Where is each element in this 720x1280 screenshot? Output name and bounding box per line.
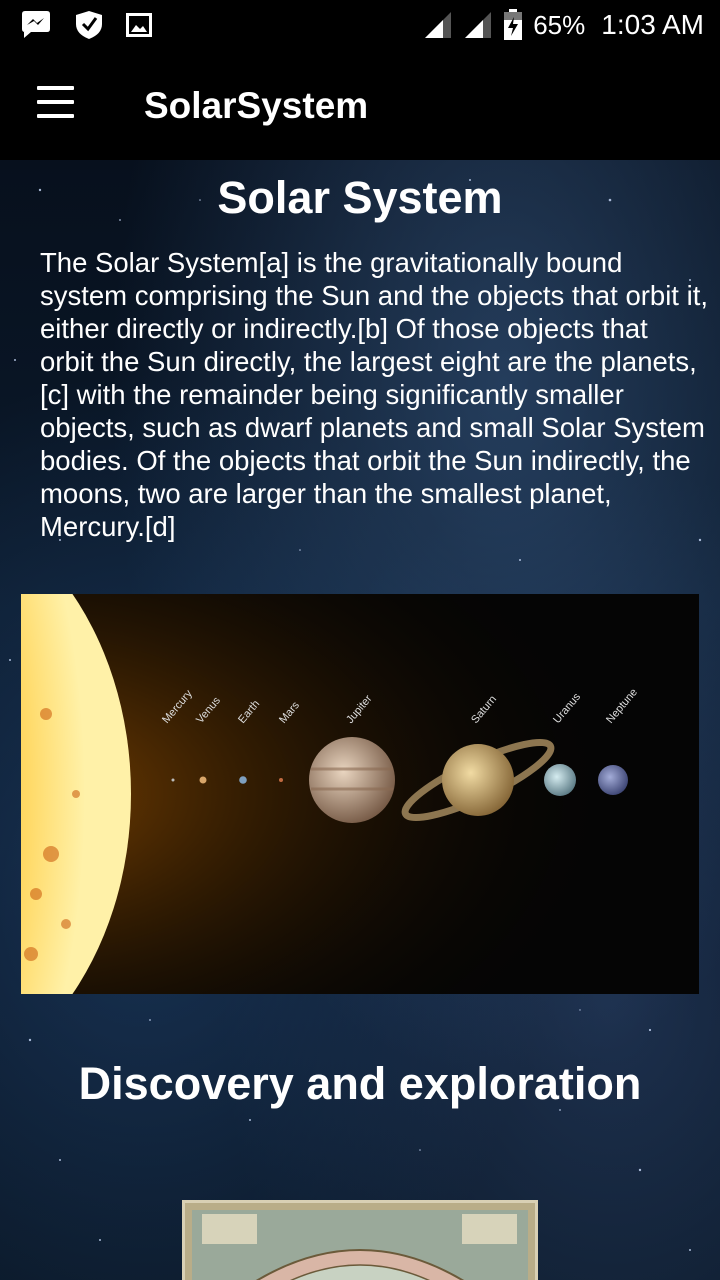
clock: 1:03 AM: [601, 9, 704, 40]
celestial-map-image: [182, 1200, 538, 1280]
article-content[interactable]: Solar System The Solar System[a] is the …: [0, 160, 720, 1280]
messenger-icon: [22, 11, 50, 38]
section-heading: Discovery and exploration: [78, 1058, 642, 1109]
page-heading: Solar System: [217, 172, 503, 223]
signal-icon: [425, 12, 452, 38]
hamburger-menu-icon[interactable]: [32, 86, 78, 122]
solar-system-image: Mercury Venus Earth Mars Jupiter Saturn …: [21, 594, 699, 994]
battery-percent: 65%: [533, 9, 586, 40]
intro-paragraph: The Solar System[a] is the gravitational…: [40, 247, 708, 542]
app-title: SolarSystem: [144, 85, 369, 126]
status-bar: 65% 1:03 AM: [0, 0, 720, 50]
image-icon: [126, 13, 152, 37]
shield-icon: [76, 11, 102, 39]
signal-icon: [465, 12, 492, 38]
app-bar: SolarSystem: [0, 50, 720, 160]
battery-charging-icon: [504, 9, 523, 40]
